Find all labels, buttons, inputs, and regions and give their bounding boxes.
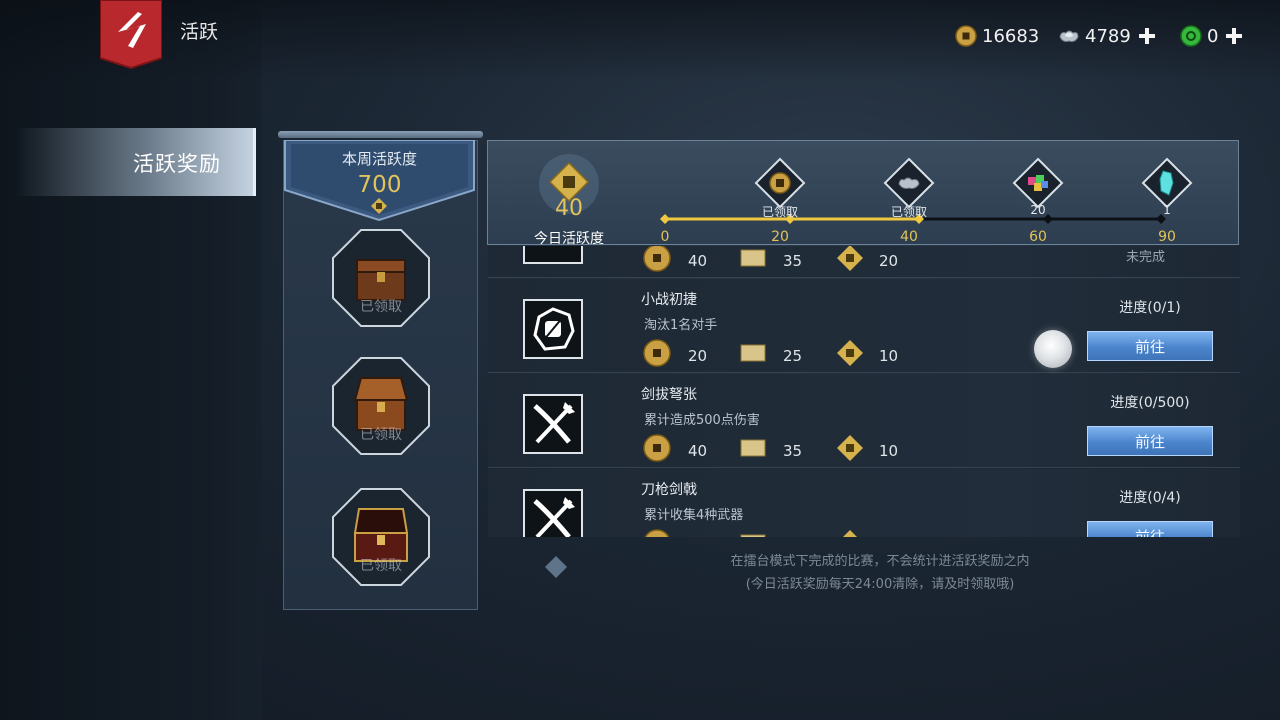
activity-token-icon — [837, 435, 863, 461]
colorful-gems-icon — [1012, 157, 1064, 209]
tab-activity-rewards[interactable]: 活跃奖励 — [15, 128, 256, 196]
copper-coin-icon — [955, 25, 977, 47]
task-name: 剑拔弩张 — [641, 387, 697, 403]
weekly-activity-label: 本周活跃度 — [341, 150, 417, 168]
page-title: 活跃 — [180, 21, 219, 43]
back-arrow-icon — [100, 0, 162, 70]
tick-label: 0 — [660, 229, 670, 245]
reward-ticket-value: 35 — [783, 252, 803, 270]
reward-activity-value: 20 — [879, 252, 899, 270]
task-progress: 进度(0/4) — [1119, 490, 1181, 506]
copper-coin-icon — [643, 434, 671, 462]
crossed-weapons-icon — [533, 402, 575, 444]
task-desc: 淘汰1名对手 — [644, 318, 718, 333]
reward-ticket-value: 25 — [783, 347, 803, 365]
tab-activity-rewards-label: 活跃奖励 — [133, 152, 221, 176]
note-line-1: 在擂台模式下完成的比赛，不会统计进活跃奖励之内 — [730, 554, 1030, 569]
task-desc: 累计造成500点伤害 — [644, 413, 760, 428]
add-jade-button[interactable] — [1224, 26, 1244, 46]
milestone-reward-2[interactable] — [883, 157, 935, 209]
weekly-chest-2[interactable]: 已领取 — [331, 356, 431, 456]
tick-label: 20 — [771, 229, 789, 245]
jade-coin-icon — [1180, 25, 1202, 47]
left-panel-background — [0, 0, 262, 720]
ticket-icon — [740, 344, 766, 362]
milestone-status: 已领取 — [761, 205, 798, 219]
ticket-icon — [740, 439, 766, 457]
ticket-icon — [740, 534, 766, 537]
activity-token-icon — [371, 198, 387, 214]
reward-activity-value: 10 — [879, 442, 899, 460]
reward-activity-value: 10 — [879, 347, 899, 365]
silver-ingot-icon — [883, 157, 935, 209]
ticket-icon — [740, 249, 766, 267]
task-icon — [523, 299, 583, 359]
milestone-status: 1 — [1163, 203, 1171, 217]
currency-copper-value: 16683 — [982, 25, 1040, 47]
currency-jade-value: 0 — [1207, 25, 1219, 47]
milestone-reward-4[interactable] — [1141, 157, 1193, 209]
chest-status: 已领取 — [360, 558, 402, 574]
currency-silver-value: 4789 — [1085, 25, 1131, 47]
chest-status: 已领取 — [360, 299, 402, 315]
copper-coin-icon — [643, 339, 671, 367]
task-icon — [523, 489, 583, 537]
note-line-2: (今日活跃奖励每天24:00清除，请及时领取哦) — [745, 577, 1015, 592]
task-name: 小战初捷 — [641, 292, 697, 308]
milestone-status: 20 — [1030, 203, 1046, 217]
activity-token-icon — [843, 530, 857, 537]
task-row: 小战初捷 淘汰1名对手 20 25 10 进度(0/1) 前往 — [488, 279, 1240, 373]
progress-track — [660, 214, 1166, 224]
currency-copper: 16683 — [955, 24, 1039, 48]
go-button[interactable]: 前往 — [1087, 521, 1213, 537]
milestone-reward-1[interactable] — [754, 157, 806, 209]
task-list[interactable]: 40 35 20 未完成 小战初捷 淘汰1名对手 20 25 10 进度(0/1… — [488, 246, 1240, 537]
activity-token-icon — [837, 246, 863, 271]
chest-status: 已领取 — [360, 427, 402, 443]
fist-icon — [533, 307, 575, 351]
task-row: 刀枪剑戟 累计收集4种武器 进度(0/4) 前往 — [488, 469, 1240, 537]
floating-menu-button[interactable] — [1034, 330, 1072, 368]
milestone-status: 已领取 — [890, 205, 927, 219]
activity-token-icon — [837, 340, 863, 366]
reward-coin-value: 40 — [688, 442, 708, 460]
silver-ingot-icon — [1059, 30, 1079, 42]
tick-label: 40 — [900, 229, 918, 245]
copper-coin-icon — [644, 529, 670, 537]
go-button[interactable]: 前往 — [1087, 331, 1213, 361]
daily-progress-panel: 40 今日活跃度 0 20 40 60 90 已领取 已领取 20 1 — [487, 140, 1239, 247]
task-desc: 累计收集4种武器 — [644, 508, 744, 523]
weekly-header: 本周活跃度 700 — [283, 140, 476, 222]
weekly-chest-3[interactable]: 已领取 — [331, 487, 431, 587]
reward-coin-value: 40 — [688, 252, 708, 270]
task-icon — [523, 246, 583, 264]
back-button[interactable] — [100, 0, 162, 70]
reward-ticket-value: 35 — [783, 442, 803, 460]
jade-crystal-icon — [1141, 157, 1193, 209]
task-name: 刀枪剑戟 — [641, 482, 697, 498]
go-button[interactable]: 前往 — [1087, 426, 1213, 456]
task-progress: 进度(0/1) — [1119, 300, 1181, 316]
currency-silver: 4789 — [1058, 24, 1157, 48]
task-row: 40 35 20 未完成 — [488, 246, 1240, 278]
tick-label: 90 — [1158, 229, 1176, 245]
copper-coin-icon — [643, 246, 671, 272]
currency-jade: 0 — [1180, 24, 1244, 48]
crossed-weapons-icon — [533, 497, 575, 537]
copper-coin-icon — [754, 157, 806, 209]
weekly-column-top-bar — [278, 131, 483, 138]
task-row: 剑拔弩张 累计造成500点伤害 40 35 10 进度(0/500) 前往 — [488, 374, 1240, 468]
task-icon — [523, 394, 583, 454]
task-status: 未完成 — [1126, 250, 1166, 265]
tick-label: 60 — [1029, 229, 1047, 245]
progress-tick-dot — [660, 214, 670, 224]
milestone-reward-3[interactable] — [1012, 157, 1064, 209]
add-silver-button[interactable] — [1137, 26, 1157, 46]
weekly-chest-1[interactable]: 已领取 — [331, 228, 431, 328]
diamond-icon — [545, 556, 567, 578]
weekly-activity-value: 700 — [357, 172, 402, 198]
task-progress: 进度(0/500) — [1110, 395, 1190, 411]
reward-coin-value: 20 — [688, 347, 708, 365]
